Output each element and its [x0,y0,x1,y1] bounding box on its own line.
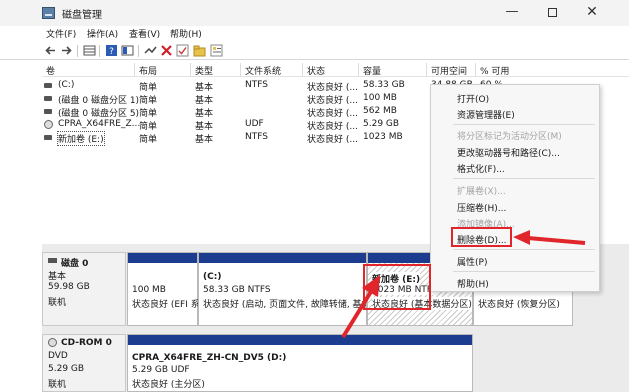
annotation-arrows [341,230,586,339]
annotation-arrow-to-delete [527,236,586,245]
annotation-arrowhead [513,230,530,245]
annotation-arrow-to-partition [341,288,374,339]
